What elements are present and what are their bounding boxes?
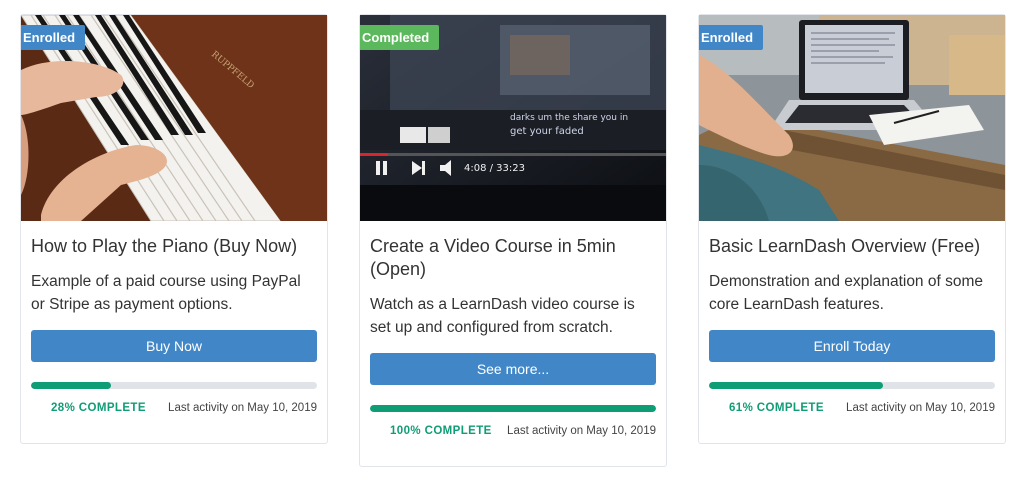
last-activity: Last activity on May 10, 2019	[168, 402, 317, 414]
course-card-piano: RUPPFELD Enrolled How to Play the Piano …	[20, 14, 328, 444]
course-description: Demonstration and explanation of some co…	[709, 273, 983, 313]
course-card-video: darks um the share you in get your faded…	[359, 14, 667, 467]
buy-now-button[interactable]: Buy Now	[31, 330, 317, 362]
course-grid: RUPPFELD Enrolled How to Play the Piano …	[0, 0, 1024, 483]
progress-fill	[31, 382, 112, 389]
course-title[interactable]: Basic LearnDash Overview (Free)	[709, 235, 995, 258]
course-title[interactable]: Create a Video Course in 5min (Open)	[370, 235, 656, 281]
last-activity: Last activity on May 10, 2019	[846, 402, 995, 414]
progress-fill	[709, 382, 884, 389]
video-time: 4:08 / 33:23	[464, 163, 525, 174]
caption-line-2: get your faded	[510, 126, 584, 137]
last-activity: Last activity on May 10, 2019	[507, 425, 656, 437]
course-card-overview: Enrolled Basic LearnDash Overview (Free)…	[698, 14, 1006, 444]
course-title[interactable]: How to Play the Piano (Buy Now)	[31, 235, 317, 258]
progress-bar	[31, 382, 317, 389]
caption-line-1: darks um the share you in	[510, 113, 628, 123]
course-description: Example of a paid course using PayPal or…	[31, 273, 301, 313]
progress-percent: 100% COMPLETE	[390, 425, 492, 437]
progress-bar	[370, 405, 656, 412]
course-thumbnail[interactable]: RUPPFELD Enrolled	[21, 15, 327, 221]
course-description: Watch as a LearnDash video course is set…	[370, 296, 635, 336]
course-thumbnail[interactable]: Enrolled	[699, 15, 1005, 221]
progress-percent: 28% COMPLETE	[51, 402, 146, 414]
status-ribbon: Enrolled	[21, 25, 86, 56]
course-thumbnail[interactable]: darks um the share you in get your faded…	[360, 15, 666, 221]
enroll-today-button[interactable]: Enroll Today	[709, 330, 995, 362]
progress-fill	[370, 405, 656, 412]
pause-icon	[376, 161, 380, 175]
progress-bar	[709, 382, 995, 389]
see-more-button[interactable]: See more...	[370, 353, 656, 385]
status-ribbon: Enrolled	[699, 25, 764, 56]
status-ribbon: Completed	[360, 25, 440, 56]
progress-percent: 61% COMPLETE	[729, 402, 824, 414]
